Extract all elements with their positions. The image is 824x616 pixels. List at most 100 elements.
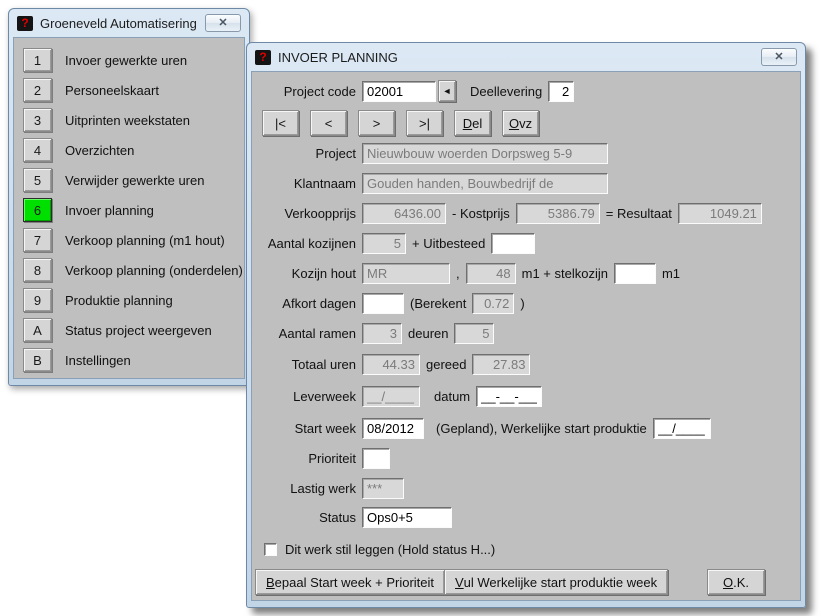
menu-key-button-3[interactable]: 3 bbox=[23, 108, 52, 132]
project-code-label: Project code bbox=[252, 84, 356, 99]
leverweek-input bbox=[362, 386, 420, 407]
menu-item-1: 1 Invoer gewerkte uren bbox=[14, 45, 244, 75]
ok-button[interactable]: O.K. bbox=[707, 569, 765, 595]
menu-key-button-4[interactable]: 4 bbox=[23, 138, 52, 162]
menu-key-button-5[interactable]: 5 bbox=[23, 168, 52, 192]
menu-item-label: Verkoop planning (onderdelen) bbox=[65, 263, 243, 278]
project-input bbox=[362, 143, 608, 164]
menu-item-7: 7 Verkoop planning (m1 hout) bbox=[14, 225, 244, 255]
deuren-label: deuren bbox=[408, 326, 448, 341]
stelkozijn-label: m1 + stelkozijn bbox=[522, 266, 608, 281]
hold-checkbox[interactable] bbox=[264, 543, 277, 556]
hold-row: Dit werk stil leggen (Hold status H...) bbox=[252, 538, 800, 560]
menu-item-label: Personeelskaart bbox=[65, 83, 159, 98]
menu-item-6-active: 6 Invoer planning bbox=[14, 195, 244, 225]
deuren-input bbox=[454, 323, 494, 344]
menu-window-title: Groeneveld Automatisering bbox=[40, 16, 205, 31]
vul-werkelijke-start-button[interactable]: Vul Werkelijke start produktie week bbox=[444, 569, 668, 595]
lastig-werk-input bbox=[362, 478, 404, 499]
overview-button[interactable]: Ovz bbox=[502, 110, 539, 136]
start-week-input[interactable] bbox=[362, 418, 424, 439]
menu-key-button-a[interactable]: A bbox=[23, 318, 52, 342]
dialog-titlebar[interactable]: ? INVOER PLANNING ✕ bbox=[247, 43, 805, 71]
menu-item-label: Produktie planning bbox=[65, 293, 173, 308]
menu-key-button-b[interactable]: B bbox=[23, 348, 52, 372]
kostprijs-input bbox=[516, 203, 600, 224]
uitbesteed-label: + Uitbesteed bbox=[412, 236, 485, 251]
berekent-label: (Berekent bbox=[410, 296, 466, 311]
deellevering-label: Deellevering bbox=[470, 84, 542, 99]
next-record-button[interactable]: > bbox=[358, 110, 395, 136]
comma-label: , bbox=[456, 266, 460, 281]
deellevering-input[interactable] bbox=[548, 81, 574, 102]
klantnaam-label: Klantnaam bbox=[252, 176, 356, 191]
first-record-button[interactable]: |< bbox=[262, 110, 299, 136]
klantnaam-input bbox=[362, 173, 608, 194]
project-code-row: Project code ◄ Deellevering bbox=[252, 80, 800, 102]
menu-window-titlebar[interactable]: ? Groeneveld Automatisering ✕ bbox=[9, 9, 249, 37]
menu-item-label: Uitprinten weekstaten bbox=[65, 113, 190, 128]
kozijn-hout-input bbox=[362, 263, 450, 284]
project-code-input[interactable] bbox=[362, 81, 436, 102]
record-nav-row: |< < > >| Del Ovz bbox=[252, 110, 800, 136]
menu-key-button-6[interactable]: 6 bbox=[23, 198, 52, 222]
last-record-button[interactable]: >| bbox=[406, 110, 443, 136]
prioriteit-input[interactable] bbox=[362, 448, 390, 469]
dialog-body: Project code ◄ Deellevering |< < > >| De… bbox=[251, 71, 801, 601]
menu-item-label: Invoer planning bbox=[65, 203, 154, 218]
menu-item-a: A Status project weergeven bbox=[14, 315, 244, 345]
hold-checkbox-label: Dit werk stil leggen (Hold status H...) bbox=[285, 542, 495, 557]
invoer-planning-dialog: ? INVOER PLANNING ✕ Project code ◄ Deell… bbox=[246, 42, 806, 608]
menu-item-label: Status project weergeven bbox=[65, 323, 212, 338]
uren-row: Totaal uren gereed bbox=[252, 353, 800, 375]
close-icon: ✕ bbox=[774, 52, 783, 63]
menu-item-label: Instellingen bbox=[65, 353, 131, 368]
verkoopprijs-label: Verkoopprijs bbox=[252, 206, 356, 221]
left-arrow-icon: ◄ bbox=[443, 86, 452, 96]
kostprijs-label: - Kostprijs bbox=[452, 206, 510, 221]
aantal-ramen-label: Aantal ramen bbox=[252, 326, 356, 341]
stelkozijn-input[interactable] bbox=[614, 263, 656, 284]
project-code-prev-button[interactable]: ◄ bbox=[438, 80, 456, 102]
menu-item-9: 9 Produktie planning bbox=[14, 285, 244, 315]
menu-key-button-7[interactable]: 7 bbox=[23, 228, 52, 252]
status-label: Status bbox=[252, 510, 356, 525]
datum-label: datum bbox=[434, 389, 470, 404]
dialog-close-button[interactable]: ✕ bbox=[761, 48, 797, 66]
bepaal-start-week-button[interactable]: Bepaal Start week + Prioriteit bbox=[255, 569, 445, 595]
delete-button[interactable]: Del bbox=[454, 110, 491, 136]
project-label: Project bbox=[252, 146, 356, 161]
uitbesteed-input[interactable] bbox=[491, 233, 535, 254]
lastig-werk-label: Lastig werk bbox=[252, 481, 356, 496]
werkelijke-start-input[interactable] bbox=[653, 418, 711, 439]
datum-input[interactable] bbox=[476, 386, 542, 407]
prev-record-button[interactable]: < bbox=[310, 110, 347, 136]
help-question-icon: ? bbox=[255, 50, 271, 65]
status-row: Status bbox=[252, 506, 800, 528]
totaal-uren-label: Totaal uren bbox=[252, 357, 356, 372]
prioriteit-label: Prioriteit bbox=[252, 451, 356, 466]
menu-key-button-2[interactable]: 2 bbox=[23, 78, 52, 102]
menu-item-8: 8 Verkoop planning (onderdelen) bbox=[14, 255, 244, 285]
gepland-label: (Gepland), Werkelijke start produktie bbox=[436, 421, 647, 436]
menu-item-2: 2 Personeelskaart bbox=[14, 75, 244, 105]
status-input[interactable] bbox=[362, 507, 452, 528]
kozijnen-row: Aantal kozijnen + Uitbesteed bbox=[252, 232, 800, 254]
menu-item-5: 5 Verwijder gewerkte uren bbox=[14, 165, 244, 195]
afkort-dagen-input[interactable] bbox=[362, 293, 404, 314]
leverweek-label: Leverweek bbox=[252, 389, 356, 404]
aantal-kozijnen-input bbox=[362, 233, 406, 254]
menu-window-close-button[interactable]: ✕ bbox=[205, 14, 241, 32]
menu-key-button-8[interactable]: 8 bbox=[23, 258, 52, 282]
menu-item-label: Overzichten bbox=[65, 143, 134, 158]
menu-key-button-9[interactable]: 9 bbox=[23, 288, 52, 312]
aantal-ramen-input bbox=[362, 323, 402, 344]
prioriteit-row: Prioriteit bbox=[252, 447, 800, 469]
resultaat-input bbox=[678, 203, 762, 224]
lastig-werk-row: Lastig werk bbox=[252, 477, 800, 499]
close-icon: ✕ bbox=[218, 18, 227, 29]
menu-item-label: Invoer gewerkte uren bbox=[65, 53, 187, 68]
dialog-title: INVOER PLANNING bbox=[278, 50, 761, 65]
gereed-input bbox=[472, 354, 530, 375]
menu-key-button-1[interactable]: 1 bbox=[23, 48, 52, 72]
